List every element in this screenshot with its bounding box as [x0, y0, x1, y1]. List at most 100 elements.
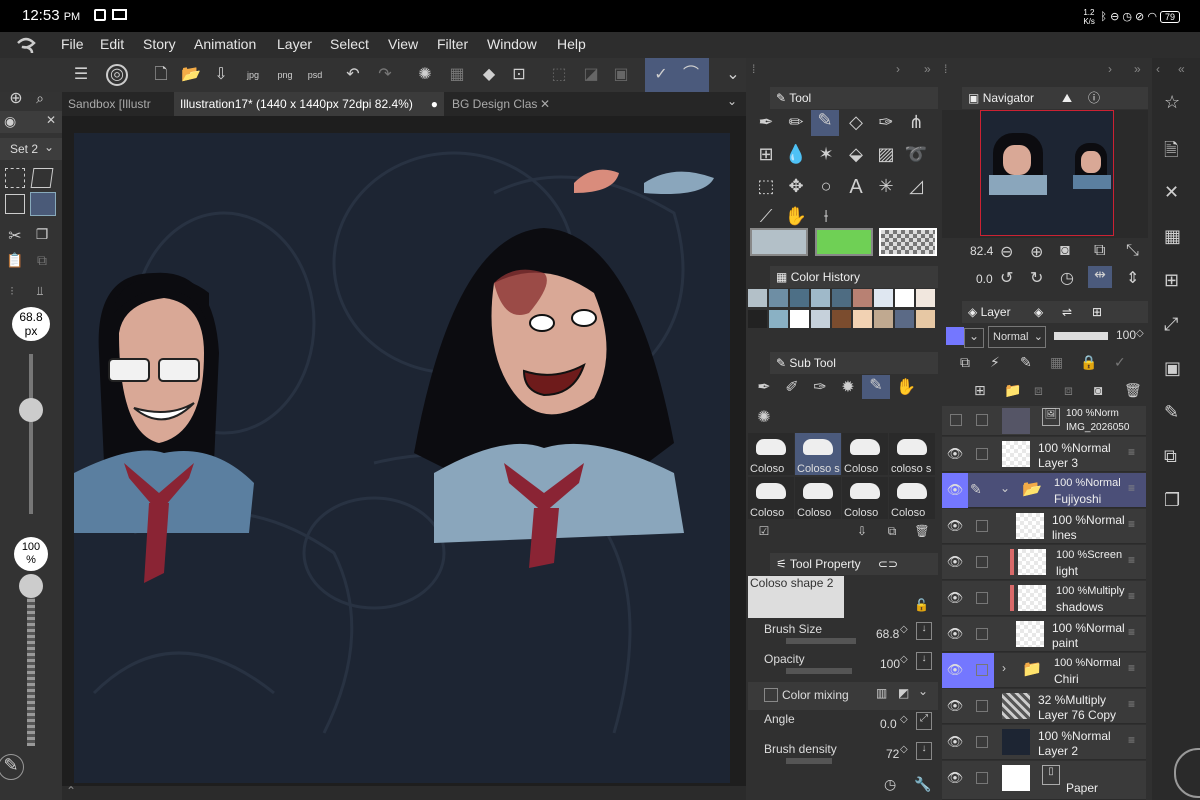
folder-chevron-right-icon[interactable]: › [1002, 661, 1006, 675]
color-history-swatch[interactable] [769, 310, 788, 328]
folder-chevron-down-icon[interactable]: ⌄ [1000, 481, 1010, 495]
layer-opacity-value[interactable]: 100 [1116, 328, 1136, 342]
color-history-swatch[interactable] [790, 289, 809, 307]
layer-copy-icon[interactable]: ⧉ [1164, 446, 1177, 467]
brush-size-slider-track[interactable] [29, 354, 33, 514]
export-psd-icon[interactable]: psd [302, 62, 328, 88]
color-history-swatch[interactable] [811, 289, 830, 307]
sub-burst-icon[interactable]: ✹ [836, 377, 860, 397]
clip-studio-icon[interactable]: ◎ [106, 64, 128, 86]
color-history-swatch[interactable] [874, 289, 893, 307]
scroll-up-icon[interactable]: ⌃ [66, 784, 76, 798]
lock-checkbox[interactable] [976, 628, 988, 640]
animation-icon[interactable]: ⊞ [1092, 301, 1102, 323]
lock-checkbox[interactable] [976, 414, 988, 426]
brush-icon[interactable]: ⌒ [678, 62, 704, 88]
mix-mode-icon[interactable]: ▥ [876, 686, 887, 700]
expand-icon[interactable]: ⁝ [2, 284, 22, 298]
brush-size-slider-thumb[interactable] [19, 398, 43, 422]
new-file-icon[interactable]: 🗋 [148, 62, 174, 88]
eye-icon[interactable]: 👁 [946, 590, 964, 606]
pencil-tool-icon[interactable]: ✏ [782, 112, 810, 133]
sub-tool-item[interactable]: Coloso [842, 477, 888, 519]
actual-size-icon[interactable]: ◙ [1060, 242, 1070, 260]
history-icon[interactable]: ◷ [884, 776, 896, 793]
sub-tool-item[interactable]: coloso s [889, 433, 935, 475]
close-icon[interactable]: ✕ [46, 113, 56, 127]
chevron-right-icon[interactable]: › [1108, 62, 1112, 76]
transform-icon[interactable] [30, 168, 54, 188]
redo-icon[interactable]: ↷ [372, 62, 398, 88]
layer-row-layer2[interactable]: 👁 100 %Normal Layer 2 ≡ [942, 725, 1146, 760]
eye-icon[interactable]: 👁 [946, 734, 964, 750]
figure-tool-icon[interactable]: ○ [812, 176, 840, 197]
lock-checkbox[interactable] [976, 700, 988, 712]
eyedropper-tool-icon[interactable]: ⟊ [812, 206, 840, 227]
layer-property-icon[interactable]: ◈ [1034, 301, 1043, 323]
favorites-icon[interactable]: ☆ [1164, 92, 1180, 113]
fit-screen-icon[interactable]: ⧉ [1094, 242, 1105, 260]
sub-view-icon[interactable]: ⛰ [1062, 87, 1072, 109]
mix-mode2-icon[interactable]: ◩ [898, 686, 909, 700]
layer-row-fujiyoshi[interactable]: 👁 ✎ ⌄ 📂 100 %Normal Fujiyoshi ≡ [942, 473, 1146, 508]
invert-selection-icon[interactable]: ◪ [578, 62, 604, 88]
drawing-canvas[interactable] [74, 133, 730, 783]
cut-icon[interactable]: ✂ [5, 226, 25, 246]
eye-icon[interactable]: 👁 [946, 482, 964, 498]
lock-checkbox[interactable] [976, 772, 988, 784]
expand-icon[interactable]: « [1178, 62, 1185, 76]
sub-texture-icon[interactable]: ✺ [752, 407, 776, 427]
blend-mode-select[interactable]: Normal ⌄ [988, 326, 1046, 348]
info-icon[interactable]: ⓘ [1088, 87, 1100, 109]
opacity-slider-thumb[interactable] [19, 574, 43, 598]
copy-icon[interactable]: ❐ [1164, 490, 1180, 511]
color-history-swatch[interactable] [811, 310, 830, 328]
app-logo-icon[interactable] [14, 35, 38, 55]
airbrush-tool-icon[interactable]: ✑ [872, 112, 900, 133]
drag-handle-icon[interactable]: ≡ [1128, 661, 1135, 675]
sub-tool-item[interactable]: Coloso [889, 477, 935, 519]
text-tool-icon[interactable]: A [842, 176, 870, 199]
rotate-left-icon[interactable]: ↺ [1000, 268, 1013, 288]
menu-story[interactable]: Story [143, 36, 176, 52]
merge-down-icon[interactable]: ⧈ [1034, 382, 1043, 399]
collapse-right-icon[interactable]: » [1134, 62, 1141, 76]
drag-handle-icon[interactable]: ≡ [1128, 445, 1135, 459]
fill-icon[interactable]: ◆ [476, 62, 502, 88]
eye-icon[interactable]: 👁 [946, 770, 964, 786]
clip-icon[interactable]: ⧉ [960, 354, 970, 371]
sub-smudge-icon[interactable]: ✋ [894, 377, 918, 397]
pressure-icon[interactable]: ⤢ [916, 712, 932, 730]
frame-tool-icon[interactable]: ⊞ [752, 144, 780, 165]
layer-row-img[interactable]: 🖼 100 %Norm IMG_2026050 [942, 406, 1146, 436]
export-png-icon[interactable]: png [272, 62, 298, 88]
rotate-right-icon[interactable]: ↻ [1030, 268, 1043, 288]
new-layer-icon[interactable]: ⊞ [974, 382, 986, 399]
reference-icon[interactable]: ⚡ [990, 354, 1000, 371]
chevron-right-icon[interactable]: › [896, 62, 900, 76]
color-history-swatch[interactable] [895, 289, 914, 307]
pressure-icon[interactable]: ↓ [916, 622, 932, 640]
lock-checkbox[interactable] [976, 664, 988, 676]
tab-menu-icon[interactable]: ⌄ [722, 94, 742, 108]
layer-color-swatch[interactable] [946, 327, 964, 345]
collapse-right-icon[interactable]: » [924, 62, 931, 76]
save-icon[interactable]: ⇩ [208, 62, 234, 88]
opacity-bar[interactable] [786, 668, 852, 674]
layer-mask-icon[interactable]: ◙ [1094, 382, 1102, 398]
fill-tool-icon[interactable]: ⬙ [842, 144, 870, 165]
lock-layer-icon[interactable]: 🔒 [1080, 354, 1097, 371]
object-tool-icon[interactable]: ⬚ [752, 176, 780, 197]
sub-tool-item[interactable]: Coloso [748, 433, 794, 475]
set-select[interactable]: Set 2 ⌄ [0, 138, 62, 160]
chevron-down-icon[interactable]: ⌄ [964, 328, 984, 348]
open-file-icon[interactable]: 📂 [178, 62, 204, 88]
color-history-swatch[interactable] [832, 310, 851, 328]
panel-grip-icon[interactable]: ⁞ [944, 62, 947, 76]
correct-line-icon[interactable]: ◿ [902, 176, 930, 197]
tab-illustration17[interactable]: Illustration17* (1440 x 1440px 72dpi 82.… [174, 92, 444, 116]
paste-layer-icon[interactable]: ⧉ [32, 252, 52, 269]
drag-handle-icon[interactable]: ≡ [1128, 553, 1135, 567]
lock-icon[interactable]: 🔓 [914, 598, 929, 612]
fit-window-icon[interactable]: ⤡ [1126, 242, 1139, 260]
